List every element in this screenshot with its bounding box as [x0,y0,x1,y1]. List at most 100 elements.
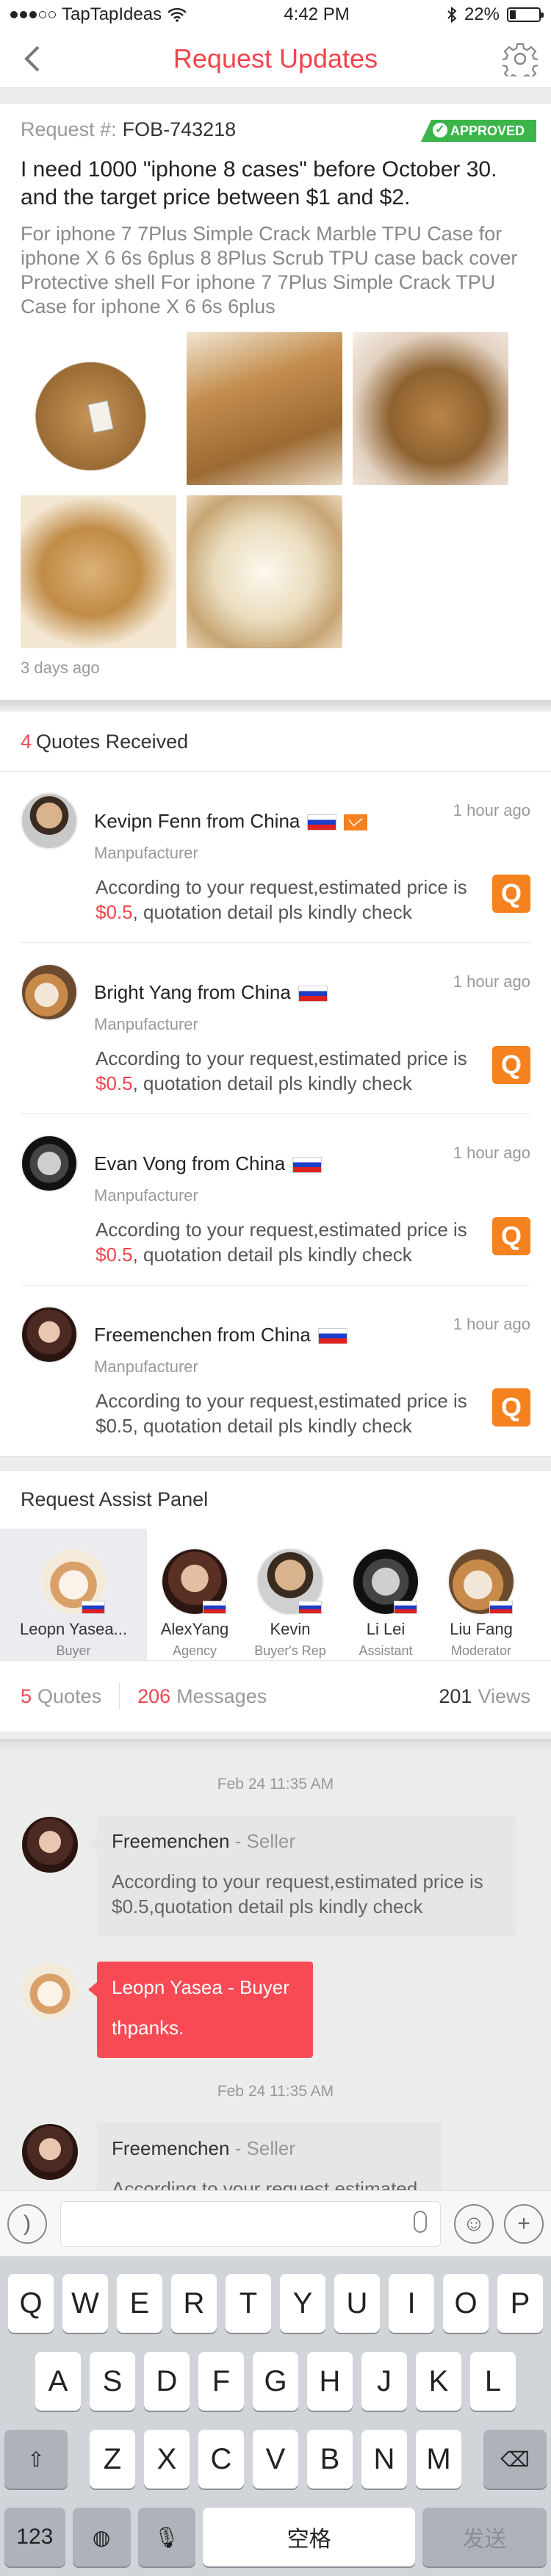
panel-member[interactable]: AlexYang Agency [147,1529,242,1660]
russia-flag-icon [82,1601,105,1614]
key-i[interactable]: I [389,2274,434,2333]
message-input[interactable] [60,2200,441,2247]
key-d[interactable]: D [144,2352,190,2411]
key-w[interactable]: W [62,2274,108,2333]
chat-timestamp: Feb 24 11:35 AM [217,1776,334,1793]
quoter-name-text: Kevipn Fenn from China [94,809,300,832]
quote-detail-button[interactable]: Q [492,1046,530,1084]
key-v[interactable]: V [253,2430,298,2489]
quote-item[interactable]: Kevipn Fenn from China 1 hour ago Manpuf… [21,772,530,943]
key-b[interactable]: B [307,2430,353,2489]
quote-item[interactable]: Freemenchen from China 1 hour ago Manpuf… [21,1285,530,1456]
voice-toggle-icon[interactable]: ) [7,2203,47,2244]
numbers-key[interactable]: 123 [4,2508,65,2566]
russia-flag-icon [298,1601,322,1614]
member-role: Moderator [450,1643,512,1658]
product-image[interactable] [187,332,342,485]
signal-icon [10,11,56,18]
panel-member[interactable]: Kevin Buyer's Rep [242,1529,338,1660]
shift-icon[interactable]: ⇧ [4,2430,68,2489]
sender-name: Freemenchen [112,1830,230,1852]
quotes-header: 4 Quotes Received [0,711,551,772]
avatar[interactable] [21,2123,79,2181]
russia-flag-icon [203,1601,226,1614]
backspace-icon[interactable]: ⌫ [483,2430,547,2489]
quote-text-main: According to your request,estimated pric… [96,876,467,898]
key-s[interactable]: S [90,2352,135,2411]
globe-icon[interactable]: ◍ [72,2508,131,2566]
key-k[interactable]: K [416,2352,461,2411]
avatar[interactable] [21,1962,79,2020]
message-bubble[interactable]: Leopn Yasea - Buyer thpanks. [88,1962,313,2058]
message-bubble[interactable]: Freemenchen - Seller According to your r… [88,1815,516,1937]
quote-item[interactable]: Bright Yang from China 1 hour ago Manpuf… [21,943,530,1114]
avatar[interactable] [21,1815,79,1874]
mail-icon[interactable] [344,814,368,830]
request-card: Request #: FOB-743218 ✓ APPROVED I need 10… [0,103,551,700]
dictation-microphone-icon[interactable]: 🎙 [137,2508,196,2566]
quote-text-main: According to your request,estimated pric… [96,1219,467,1241]
key-t[interactable]: T [226,2274,271,2333]
quote-price: $0.5 [96,901,133,923]
quote-detail-button[interactable]: Q [492,1388,530,1427]
assist-panel: Leopn Yasea... Buyer AlexYang Agency Kev… [0,1529,551,1661]
key-j[interactable]: J [361,2352,407,2411]
key-h[interactable]: H [307,2352,353,2411]
key-x[interactable]: X [144,2430,190,2489]
quoter-name-text: Bright Yang from China [94,980,291,1003]
quotes-count: 4 [21,731,32,753]
quoter-role: Manpufacturer [94,1186,198,1205]
gear-icon[interactable] [503,41,538,76]
panel-member[interactable]: Li Lei Assistant [338,1529,433,1660]
key-r[interactable]: R [171,2274,217,2333]
key-q[interactable]: Q [8,2274,54,2333]
panel-member[interactable]: Liu Fang Moderator [433,1529,529,1660]
key-u[interactable]: U [334,2274,380,2333]
messages-stat-label[interactable]: Messages [176,1685,267,1708]
key-c[interactable]: C [198,2430,244,2489]
key-m[interactable]: M [416,2430,461,2489]
quote-text-main: According to your request,estimated pric… [96,1390,467,1412]
key-a[interactable]: A [35,2352,81,2411]
russia-flag-icon [292,1156,323,1173]
quote-text: According to your request,estimated pric… [96,1217,530,1267]
russia-flag-icon [489,1601,513,1614]
quoter-name: Evan Vong from China [94,1152,323,1175]
key-y[interactable]: Y [280,2274,325,2333]
microphone-icon[interactable] [414,2210,427,2233]
send-key[interactable]: 发送 [422,2508,547,2566]
space-key[interactable]: 空格 [203,2508,415,2566]
sender-role: - Seller [234,2137,296,2159]
request-description: For iphone 7 7Plus Simple Crack Marble T… [21,223,518,317]
key-n[interactable]: N [361,2430,407,2489]
key-f[interactable]: F [198,2352,244,2411]
checkmark-icon: ✓ [432,123,447,137]
quotes-stat-label[interactable]: Quotes [37,1685,101,1708]
stats-bar: 5 Quotes 206 Messages 201 Views [0,1661,551,1732]
product-image[interactable] [21,495,176,648]
quote-detail-button[interactable]: Q [492,1217,530,1255]
status-bar: TapTapIdeas 4:42 PM 22% [0,0,551,29]
quote-detail-button[interactable]: Q [492,875,530,913]
key-l[interactable]: L [470,2352,516,2411]
message-text: According to your request,estimated pric… [112,1870,483,1917]
key-o[interactable]: O [443,2274,489,2333]
quote-text: According to your request,estimated pric… [96,1046,530,1096]
quote-item[interactable]: Evan Vong from China 1 hour ago Manpufac… [21,1114,530,1285]
product-image[interactable] [187,495,342,648]
posted-time: 3 days ago [21,659,100,677]
chat-thread: Feb 24 11:35 AM Freemenchen - Seller Acc… [0,1749,551,2233]
key-z[interactable]: Z [90,2430,135,2489]
product-image[interactable] [353,332,508,485]
key-g[interactable]: G [253,2352,298,2411]
member-role: Buyer's Rep [254,1643,326,1658]
quotes-section: 4 Quotes Received Kevipn Fenn from China … [0,711,551,1457]
chevron-left-icon[interactable] [16,43,48,75]
member-name: Li Lei [366,1620,406,1638]
key-p[interactable]: P [497,2274,543,2333]
panel-member[interactable]: Leopn Yasea... Buyer [0,1529,147,1660]
product-image[interactable] [21,332,176,485]
emoji-icon[interactable]: ☺ [454,2203,494,2244]
add-icon[interactable]: + [504,2203,544,2244]
key-e[interactable]: E [117,2274,162,2333]
